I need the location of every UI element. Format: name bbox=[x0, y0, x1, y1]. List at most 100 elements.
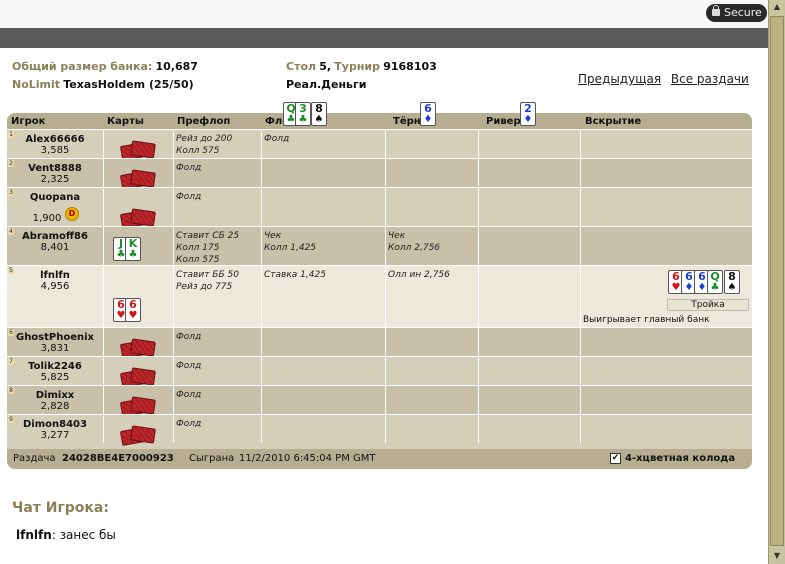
player-name[interactable]: Quopana bbox=[7, 192, 103, 203]
card-back-icon bbox=[119, 367, 157, 388]
cell-divider bbox=[385, 386, 386, 414]
cell-divider bbox=[173, 159, 174, 187]
tournament-label: Турнир bbox=[334, 60, 381, 73]
cell-divider bbox=[385, 159, 386, 187]
card-back-icon bbox=[119, 140, 157, 161]
prev-hand-link[interactable]: Предыдущая bbox=[578, 72, 661, 86]
player-row: 4 Abramoff86 8,401 J ♣ K ♣ Ставит СБ 25 Колл 175… bbox=[7, 226, 752, 265]
col-player: Игрок bbox=[11, 116, 46, 127]
player-chips: 1,900 bbox=[32, 213, 62, 224]
player-chips: 8,401 bbox=[40, 242, 70, 253]
cell-divider bbox=[580, 328, 581, 356]
player-row: 2 Vent8888 2,325 Фолд bbox=[7, 158, 752, 190]
chat-title: Чат Игрока: bbox=[12, 500, 109, 516]
chat-sender: lfnlfn bbox=[16, 528, 52, 542]
player-chips: 3,831 bbox=[40, 343, 70, 354]
cell-divider bbox=[261, 188, 262, 226]
player-name[interactable]: GhostPhoenix bbox=[7, 332, 103, 343]
cell-divider bbox=[580, 415, 581, 443]
player-name[interactable]: lfnlfn bbox=[7, 270, 103, 281]
action-line: Фолд bbox=[176, 163, 202, 173]
cell-divider bbox=[580, 357, 581, 385]
col-turn: Тёрн bbox=[393, 116, 421, 127]
player-name[interactable]: Abramoff86 bbox=[7, 231, 103, 242]
preflop-action: Фолд bbox=[176, 191, 201, 203]
cell-divider bbox=[478, 159, 479, 187]
cell-divider bbox=[103, 130, 104, 158]
action-line: Ставка 1,425 bbox=[264, 270, 326, 280]
cell-divider bbox=[103, 159, 104, 187]
cell-divider bbox=[478, 328, 479, 356]
flop-card: 8 ♠ bbox=[311, 102, 327, 126]
cell-divider bbox=[173, 386, 174, 414]
table-footer: Раздача 24028BE4E7000923 Сыграна 11/2/20… bbox=[7, 449, 752, 469]
cell-divider bbox=[103, 386, 104, 414]
cell-divider bbox=[478, 357, 479, 385]
action-line: Колл 1,425 bbox=[264, 243, 317, 253]
four-color-deck-label: 4-хцветная колода bbox=[625, 453, 736, 464]
action-line: Фолд bbox=[176, 361, 202, 371]
player-row: 9 Dimon8403 3,277 Фолд bbox=[7, 414, 752, 446]
player-name[interactable]: Tolik2246 bbox=[7, 361, 103, 372]
action-line: Фолд bbox=[176, 390, 202, 400]
cell-divider bbox=[478, 130, 479, 158]
action-line: Чек bbox=[388, 231, 406, 241]
preflop-action: Рейз до 200 Колл 575 bbox=[176, 133, 232, 157]
card-back-icon bbox=[119, 208, 157, 229]
river-card: 2 ♦ bbox=[520, 102, 536, 126]
cell-divider bbox=[580, 386, 581, 414]
cell-divider bbox=[103, 415, 104, 443]
cell-divider bbox=[478, 266, 479, 327]
flop-action: Чек Колл 1,425 bbox=[264, 230, 316, 254]
hole-card: K ♣ bbox=[125, 237, 141, 261]
preflop-action: Фолд bbox=[176, 162, 201, 174]
col-preflop: Префлоп bbox=[177, 116, 231, 127]
card-back-icon bbox=[119, 338, 157, 359]
player-name[interactable]: Vent8888 bbox=[7, 163, 103, 174]
action-line: Ставит СБ 25 bbox=[176, 231, 240, 241]
chat-message: lfnlfn: занес бы bbox=[16, 528, 116, 542]
secure-badge: Secure bbox=[706, 4, 767, 22]
action-line: Чек bbox=[264, 231, 282, 241]
action-line: Колл 575 bbox=[176, 146, 220, 156]
cell-divider bbox=[173, 415, 174, 443]
scroll-up-icon[interactable]: ▲ bbox=[772, 2, 782, 12]
action-line: Олл ин 2,756 bbox=[388, 270, 450, 280]
action-line: Фолд bbox=[176, 419, 202, 429]
four-color-deck-checkbox[interactable]: ✔ bbox=[610, 453, 621, 464]
cell-divider bbox=[261, 227, 262, 265]
player-name[interactable]: Dimon8403 bbox=[7, 419, 103, 430]
cell-divider bbox=[385, 415, 386, 443]
preflop-action: Ставит ББ 50 Рейз до 775 bbox=[176, 269, 239, 293]
turn-action: Чек Колл 2,756 bbox=[388, 230, 440, 254]
cell-divider bbox=[261, 266, 262, 327]
turn-card: 6 ♦ bbox=[420, 102, 436, 126]
cell-divider bbox=[103, 227, 104, 265]
scroll-down-icon[interactable]: ▼ bbox=[772, 551, 782, 561]
player-name[interactable]: Alex66666 bbox=[7, 134, 103, 145]
player-chips: 5,825 bbox=[40, 372, 70, 383]
scrollbar-thumb[interactable] bbox=[770, 16, 784, 546]
all-hands-link[interactable]: Все раздачи bbox=[671, 72, 749, 86]
showdown-card: 8 ♠ bbox=[724, 270, 740, 294]
pot-info: Общий размер банка: 10,687 bbox=[12, 60, 198, 73]
cell-divider bbox=[385, 227, 386, 265]
player-row: 3 Quopana 1,900 D Фолд bbox=[7, 187, 752, 229]
tournament-id: 9168103 bbox=[383, 60, 437, 73]
player-row: 1 Alex66666 3,585 Рейз до 200 Колл 575 Фолд bbox=[7, 129, 752, 161]
cell-divider bbox=[385, 357, 386, 385]
player-name[interactable]: Dimixx bbox=[7, 390, 103, 401]
vertical-scrollbar[interactable]: ▲ ▼ bbox=[768, 0, 785, 564]
player-row: 6 GhostPhoenix 3,831 Фолд bbox=[7, 327, 752, 359]
cell-divider bbox=[261, 328, 262, 356]
action-line: Колл 2,756 bbox=[388, 243, 441, 253]
hand-label: Раздача bbox=[13, 453, 56, 464]
flop-action: Ставка 1,425 bbox=[264, 269, 326, 281]
played-label: Сыграна bbox=[189, 453, 235, 464]
col-river: Ривер bbox=[486, 116, 521, 127]
card-back-icon bbox=[119, 169, 157, 190]
cell-divider bbox=[385, 266, 386, 327]
cell-divider bbox=[580, 188, 581, 226]
cell-divider bbox=[103, 266, 104, 327]
col-cards: Карты bbox=[107, 116, 144, 127]
